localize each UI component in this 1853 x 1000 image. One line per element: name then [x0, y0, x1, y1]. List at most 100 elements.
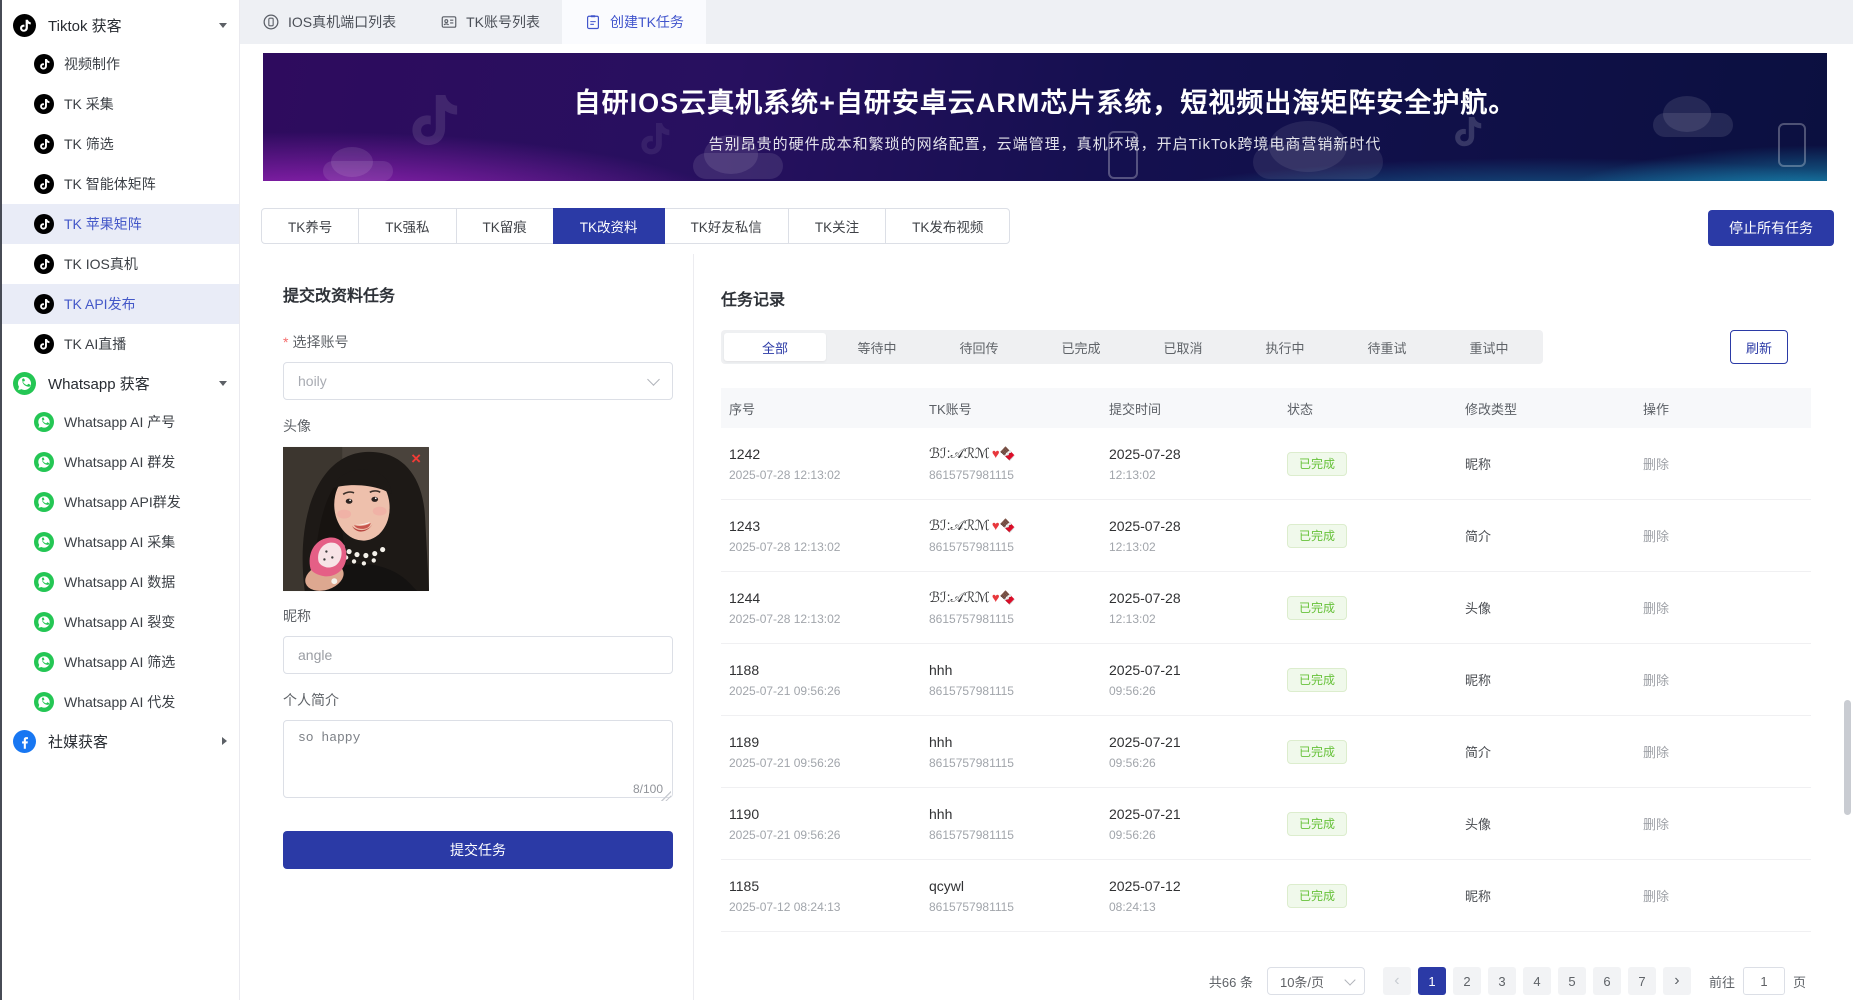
- tab-tk-friend-dm[interactable]: TK好友私信: [664, 208, 789, 244]
- delete-link[interactable]: 删除: [1635, 500, 1811, 571]
- table-header: 序号 TK账号 提交时间 状态 修改类型 操作: [721, 388, 1811, 428]
- sidebar-item-wa-ai-proxy-send[interactable]: Whatsapp AI 代发: [0, 682, 239, 722]
- filter-retrying[interactable]: 重试中: [1438, 333, 1540, 361]
- top-tab-bar: IOS真机端口列表 TK账号列表 创建TK任务: [240, 0, 1853, 44]
- page-button-5[interactable]: 5: [1558, 967, 1586, 995]
- sidebar-item-label: TK AI直播: [64, 334, 126, 354]
- account-name: ℬℐ:𝒜ℛℳ♥🍫: [929, 589, 1101, 606]
- sidebar-item-tk-api-publish[interactable]: TK API发布: [0, 284, 239, 324]
- page-button-3[interactable]: 3: [1488, 967, 1516, 995]
- sidebar-item-tk-apple-matrix[interactable]: TK 苹果矩阵: [0, 204, 239, 244]
- delete-link[interactable]: 删除: [1635, 428, 1811, 499]
- page-button-7[interactable]: 7: [1628, 967, 1656, 995]
- submit-date: 2025-07-12: [1109, 878, 1279, 894]
- account-label: * 选择账号: [283, 332, 673, 352]
- sidebar-item-tk-ios-device[interactable]: TK IOS真机: [0, 244, 239, 284]
- submit-task-button[interactable]: 提交任务: [283, 831, 673, 869]
- sidebar-item-label: TK 筛选: [64, 134, 114, 154]
- sidebar: Tiktok 获客 视频制作 TK 采集 TK 筛选 TK 智能体矩阵 TK 苹…: [0, 0, 240, 1000]
- page-size-select[interactable]: 10条/页: [1267, 967, 1365, 995]
- account-name: ℬℐ:𝒜ℛℳ♥🍫: [929, 445, 1101, 462]
- submit-time: 12:13:02: [1109, 540, 1279, 554]
- scrollbar-thumb[interactable]: [1844, 700, 1851, 815]
- page-button-1[interactable]: 1: [1418, 967, 1446, 995]
- table-body: 12422025-07-28 12:13:02 ℬℐ:𝒜ℛℳ♥🍫86157579…: [721, 428, 1811, 952]
- nickname-input[interactable]: [283, 636, 673, 674]
- delete-link[interactable]: 删除: [1635, 788, 1811, 859]
- sidebar-item-wa-ai-filter[interactable]: Whatsapp AI 筛选: [0, 642, 239, 682]
- prev-page-button[interactable]: ‹: [1383, 967, 1411, 995]
- page-button-2[interactable]: 2: [1453, 967, 1481, 995]
- bio-textarea[interactable]: so happy: [283, 720, 673, 798]
- sidebar-item-video-production[interactable]: 视频制作: [0, 44, 239, 84]
- delete-link[interactable]: 删除: [1635, 644, 1811, 715]
- tiktok-icon: [34, 54, 54, 74]
- whatsapp-icon: [13, 372, 36, 395]
- resize-grip[interactable]: [661, 791, 671, 801]
- page-button-4[interactable]: 4: [1523, 967, 1551, 995]
- tab-tk-follow[interactable]: TK关注: [788, 208, 886, 244]
- table-row: 11882025-07-21 09:56:26 hhh8615757981115…: [721, 644, 1811, 716]
- sidebar-group-whatsapp[interactable]: Whatsapp 获客: [0, 364, 239, 402]
- sidebar-item-tk-agent-matrix[interactable]: TK 智能体矩阵: [0, 164, 239, 204]
- account-emoji: ♥🍫: [992, 590, 1016, 605]
- col-header-submit-time: 提交时间: [1101, 399, 1279, 418]
- tab-label: 创建TK任务: [610, 12, 684, 32]
- task-id: 1243: [729, 518, 921, 534]
- delete-link[interactable]: 删除: [1635, 572, 1811, 643]
- tab-tk-force-dm[interactable]: TK强私: [358, 208, 456, 244]
- page-button-6[interactable]: 6: [1593, 967, 1621, 995]
- submit-date: 2025-07-21: [1109, 662, 1279, 678]
- tab-tk-edit-profile[interactable]: TK改资料: [553, 208, 665, 244]
- account-select[interactable]: hoily: [283, 362, 673, 400]
- tab-tk-trace[interactable]: TK留痕: [456, 208, 554, 244]
- remove-avatar-icon[interactable]: ×: [411, 450, 421, 467]
- task-table: 序号 TK账号 提交时间 状态 修改类型 操作 12422025-07-28 1…: [721, 388, 1811, 952]
- status-badge: 已完成: [1287, 452, 1347, 476]
- whatsapp-icon: [34, 612, 54, 632]
- account-phone: 8615757981115: [929, 828, 1101, 842]
- goto-page-input[interactable]: [1743, 967, 1785, 995]
- sidebar-item-wa-ai-fission[interactable]: Whatsapp AI 裂变: [0, 602, 239, 642]
- account-emoji: ♥🍫: [992, 446, 1016, 461]
- task-id: 1188: [729, 662, 921, 678]
- avatar-photo: [283, 446, 429, 592]
- filter-all[interactable]: 全部: [724, 333, 826, 361]
- whatsapp-icon: [34, 692, 54, 712]
- submit-time: 12:13:02: [1109, 612, 1279, 626]
- sidebar-item-label: TK API发布: [64, 294, 136, 314]
- goto-page: 前往 页: [1709, 967, 1806, 995]
- filter-completed[interactable]: 已完成: [1030, 333, 1132, 361]
- sidebar-item-wa-ai-broadcast[interactable]: Whatsapp AI 群发: [0, 442, 239, 482]
- tab-ios-device-port-list[interactable]: IOS真机端口列表: [240, 0, 418, 44]
- tab-create-tk-task[interactable]: 创建TK任务: [562, 0, 706, 44]
- sidebar-item-tk-filter[interactable]: TK 筛选: [0, 124, 239, 164]
- tab-tk-publish-video[interactable]: TK发布视频: [885, 208, 1010, 244]
- next-page-button[interactable]: ›: [1663, 967, 1691, 995]
- delete-link[interactable]: 删除: [1635, 932, 1811, 952]
- sidebar-group-tiktok[interactable]: Tiktok 获客: [0, 6, 239, 44]
- tiktok-icon: [13, 14, 36, 37]
- delete-link[interactable]: 删除: [1635, 860, 1811, 931]
- task-id: 1190: [729, 806, 921, 822]
- filter-running[interactable]: 执行中: [1234, 333, 1336, 361]
- sidebar-item-tk-collect[interactable]: TK 采集: [0, 84, 239, 124]
- tab-tk-nurture[interactable]: TK养号: [261, 208, 359, 244]
- sidebar-item-wa-ai-account[interactable]: Whatsapp AI 产号: [0, 402, 239, 442]
- delete-link[interactable]: 删除: [1635, 716, 1811, 787]
- sidebar-item-wa-ai-data[interactable]: Whatsapp AI 数据: [0, 562, 239, 602]
- refresh-button[interactable]: 刷新: [1730, 330, 1788, 364]
- filter-pending-retry[interactable]: 待重试: [1336, 333, 1438, 361]
- filter-waiting[interactable]: 等待中: [826, 333, 928, 361]
- chevron-down-icon: [219, 381, 227, 386]
- table-row: 12442025-07-28 12:13:02 ℬℐ:𝒜ℛℳ♥🍫86157579…: [721, 572, 1811, 644]
- stop-all-tasks-button[interactable]: 停止所有任务: [1708, 210, 1834, 246]
- filter-cancelled[interactable]: 已取消: [1132, 333, 1234, 361]
- filter-pending-return[interactable]: 待回传: [928, 333, 1030, 361]
- status-badge: 已完成: [1287, 884, 1347, 908]
- sidebar-item-wa-ai-collect[interactable]: Whatsapp AI 采集: [0, 522, 239, 562]
- sidebar-group-social-media[interactable]: 社媒获客: [0, 722, 239, 760]
- sidebar-item-tk-ai-live[interactable]: TK AI直播: [0, 324, 239, 364]
- tab-tk-account-list[interactable]: TK账号列表: [418, 0, 562, 44]
- sidebar-item-wa-api-broadcast[interactable]: Whatsapp API群发: [0, 482, 239, 522]
